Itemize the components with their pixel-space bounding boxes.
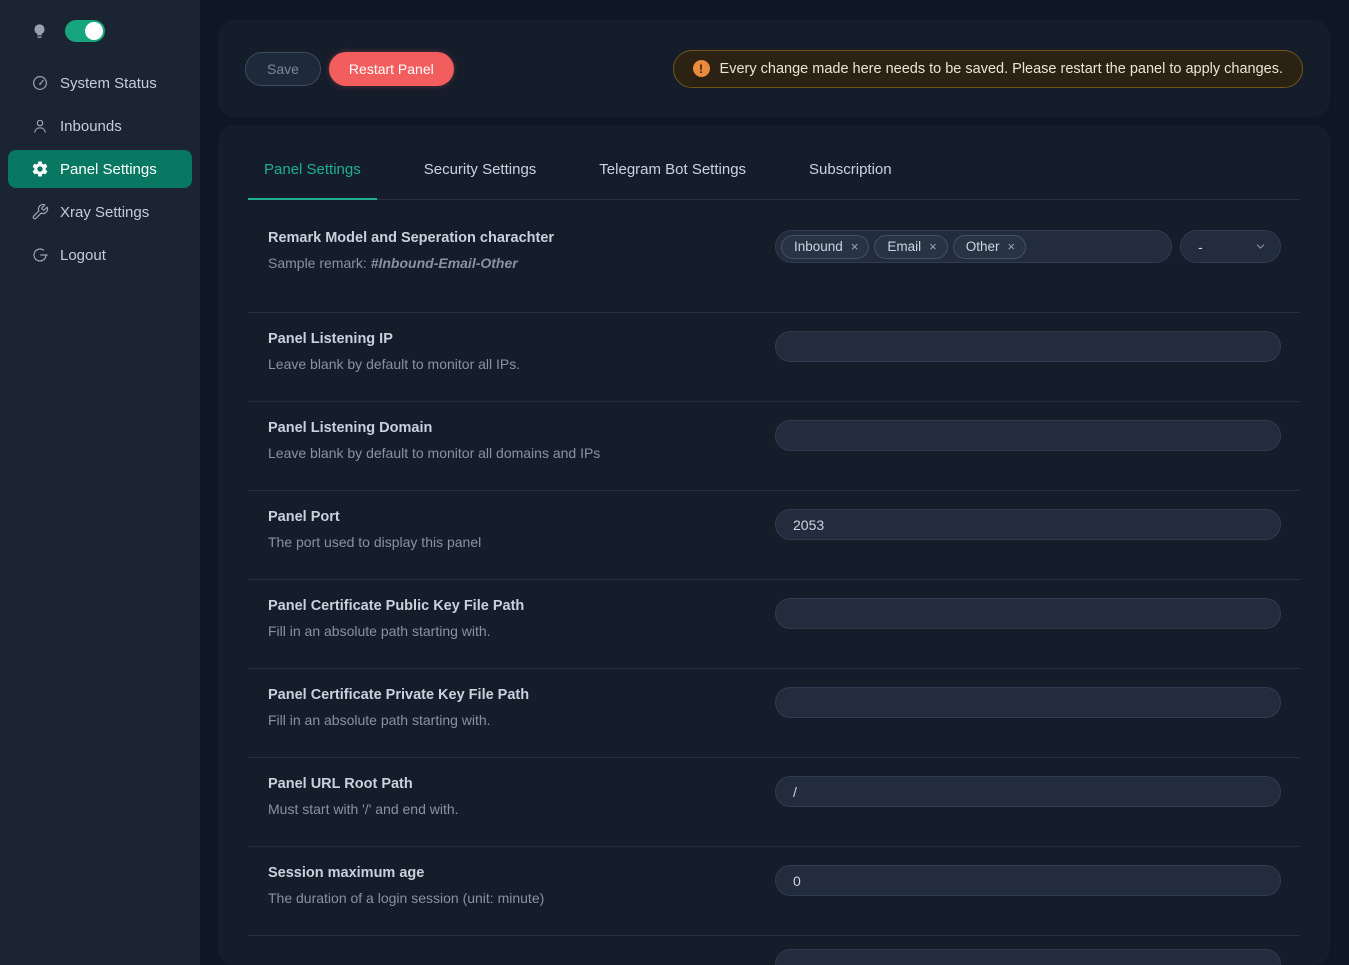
tag-label: Other [966,239,1000,254]
field-description: Must start with '/' and end with. [268,801,775,817]
field-label: Session maximum age [268,865,775,881]
field-description: Leave blank by default to monitor all do… [268,445,775,461]
warning-alert: ! Every change made here needs to be sav… [673,50,1303,88]
user-icon [31,117,49,135]
sidebar-item-panel-settings[interactable]: Panel Settings [8,150,192,188]
form-row-remark-model: Remark Model and Seperation charachter S… [248,200,1300,313]
form-row-panel-listening-ip: Panel Listening IP Leave blank by defaul… [248,313,1300,402]
tag-email: Email × [874,235,947,259]
app-root: System Status Inbounds Panel Settings Xr… [0,0,1349,965]
form-row-partial [248,936,1300,965]
tab-telegram-bot-settings[interactable]: Telegram Bot Settings [583,141,762,199]
sample-remark-prefix: Sample remark: [268,255,371,271]
panel-url-root-path-input[interactable] [775,776,1281,807]
sidebar-item-xray-settings[interactable]: Xray Settings [8,193,192,231]
cert-public-key-path-input[interactable] [775,598,1281,629]
tag-remove-icon[interactable]: × [929,240,937,253]
field-description: The port used to display this panel [268,534,775,550]
field-label: Panel Listening IP [268,331,775,347]
tab-subscription[interactable]: Subscription [793,141,908,199]
sidebar-item-inbounds[interactable]: Inbounds [8,107,192,145]
select-value: - [1198,239,1203,255]
panel-listening-domain-input[interactable] [775,420,1281,451]
field-label: Remark Model and Seperation charachter [268,230,775,246]
session-max-age-input[interactable] [775,865,1281,896]
form-row-panel-listening-domain: Panel Listening Domain Leave blank by de… [248,402,1300,491]
tag-label: Inbound [794,239,843,254]
field-description: Fill in an absolute path starting with. [268,712,775,728]
lightbulb-icon [31,23,48,40]
sidebar-item-label: Logout [60,247,106,264]
field-label: Panel URL Root Path [268,776,775,792]
sidebar-item-label: System Status [60,75,157,92]
tab-security-settings[interactable]: Security Settings [408,141,553,199]
field-description: Leave blank by default to monitor all IP… [268,356,775,372]
sidebar-item-label: Panel Settings [60,161,157,178]
tabs-bar: Panel Settings Security Settings Telegra… [248,125,1300,200]
chevron-down-icon [1254,240,1267,253]
form-row-panel-port: Panel Port The port used to display this… [248,491,1300,580]
form-row-cert-private-key-path: Panel Certificate Private Key File Path … [248,669,1300,758]
dashboard-icon [31,74,49,92]
warning-circle-icon: ! [693,60,710,77]
sidebar-item-logout[interactable]: Logout [8,236,192,274]
tab-panel-settings[interactable]: Panel Settings [248,141,377,199]
form-row-panel-url-root-path: Panel URL Root Path Must start with '/' … [248,758,1300,847]
restart-panel-button[interactable]: Restart Panel [329,52,454,86]
theme-toggle[interactable] [65,20,105,42]
field-label: Panel Certificate Public Key File Path [268,598,775,614]
toggle-knob [85,22,103,40]
sidebar-nav: System Status Inbounds Panel Settings Xr… [0,64,200,274]
main-area: Save Restart Panel ! Every change made h… [200,0,1349,965]
sidebar-item-label: Inbounds [60,118,122,135]
theme-row [0,18,200,44]
wrench-icon [31,203,49,221]
tag-other: Other × [953,235,1026,259]
sidebar-item-system-status[interactable]: System Status [8,64,192,102]
field-description: The duration of a login session (unit: m… [268,890,775,906]
alert-text: Every change made here needs to be saved… [720,61,1283,77]
logout-icon [31,246,49,264]
toolbar: Save Restart Panel ! Every change made h… [218,20,1330,117]
form-row-cert-public-key-path: Panel Certificate Public Key File Path F… [248,580,1300,669]
save-button[interactable]: Save [245,52,321,86]
field-label: Panel Port [268,509,775,525]
field-label: Panel Listening Domain [268,420,775,436]
settings-panel: Panel Settings Security Settings Telegra… [218,125,1330,965]
tag-inbound: Inbound × [781,235,869,259]
form-row-session-max-age: Session maximum age The duration of a lo… [248,847,1300,936]
sidebar-item-label: Xray Settings [60,204,149,221]
field-label: Panel Certificate Private Key File Path [268,687,775,703]
remark-model-multiselect[interactable]: Inbound × Email × Other × [775,230,1172,263]
field-description: Sample remark: #Inbound-Email-Other [268,255,775,271]
sample-remark-value: #Inbound-Email-Other [371,255,518,271]
panel-listening-ip-input[interactable] [775,331,1281,362]
tag-label: Email [887,239,921,254]
tag-remove-icon[interactable]: × [1008,240,1016,253]
panel-port-input[interactable] [775,509,1281,540]
sidebar: System Status Inbounds Panel Settings Xr… [0,0,200,965]
separation-character-select[interactable]: - [1180,230,1281,263]
partial-input[interactable] [775,949,1281,965]
cert-private-key-path-input[interactable] [775,687,1281,718]
field-description: Fill in an absolute path starting with. [268,623,775,639]
gear-icon [31,160,49,178]
tag-remove-icon[interactable]: × [851,240,859,253]
